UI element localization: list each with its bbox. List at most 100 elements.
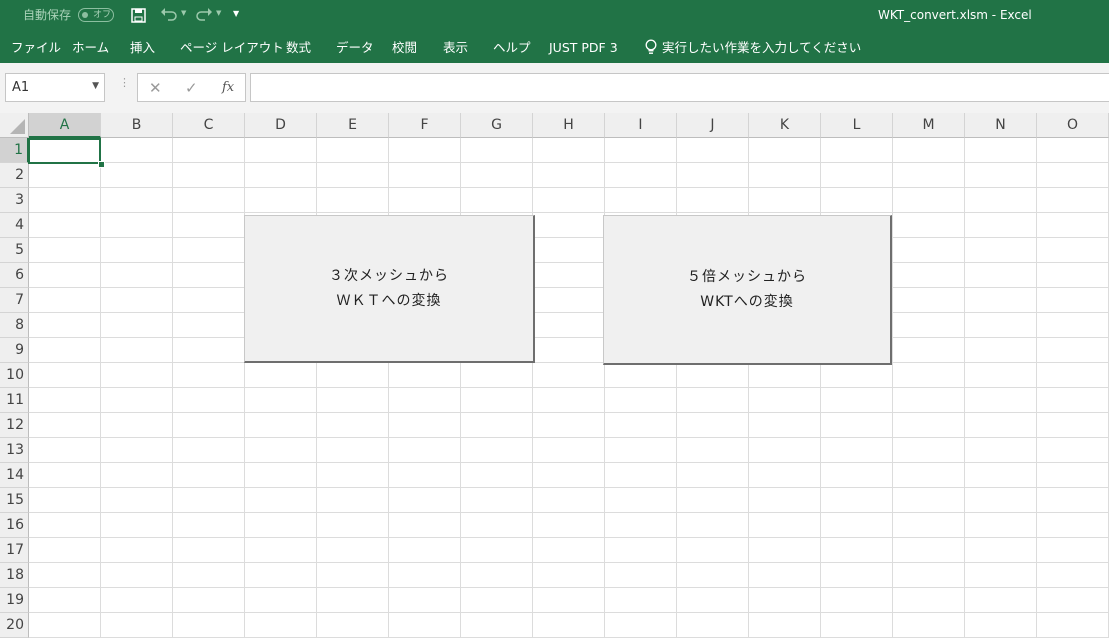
row-header-17[interactable]: 17 (0, 538, 29, 563)
convert-5x-mesh-to-wkt-button[interactable]: ５倍メッシュから WKTへの変換 (603, 215, 892, 365)
gridline-vertical (604, 138, 605, 638)
window-title: WKT_convert.xlsm - Excel (878, 8, 1032, 22)
column-header-m[interactable]: M (893, 113, 965, 138)
column-header-f[interactable]: F (389, 113, 461, 138)
autosave-state: オフ (93, 10, 112, 20)
row-header-2[interactable]: 2 (0, 163, 29, 188)
name-box[interactable]: A1 ▼ (5, 73, 105, 102)
redo-dropdown-icon[interactable]: ▼ (216, 9, 221, 17)
row-header-6[interactable]: 6 (0, 263, 29, 288)
cancel-icon[interactable]: ✕ (149, 79, 162, 97)
button-label-line2: WKTへの変換 (700, 293, 794, 310)
column-header-e[interactable]: E (317, 113, 389, 138)
gridline-vertical (172, 138, 173, 638)
tab-help[interactable]: ヘルプ (493, 32, 531, 63)
tab-view[interactable]: 表示 (443, 32, 468, 63)
customize-qat-icon[interactable]: ▼ (233, 9, 239, 18)
gridline-vertical (676, 138, 677, 638)
gridline-horizontal (29, 562, 1109, 563)
autosave-toggle[interactable]: オフ (78, 8, 114, 22)
gridline-horizontal (29, 437, 1109, 438)
gridline-horizontal (29, 412, 1109, 413)
tab-review[interactable]: 校閲 (392, 32, 417, 63)
insert-function-icon[interactable]: fx (222, 80, 234, 95)
tab-home[interactable]: ホーム (72, 32, 109, 63)
worksheet-grid[interactable]: ABCDEFGHIJKLMNO 1 2 3 4 5 6 7 8 9 10 11 12 13 14 15 16 1… (0, 113, 1109, 638)
select-all-corner[interactable] (0, 113, 29, 138)
title-bar: 自動保存 オフ ▼ ▼ ▼ WKT_convert.xlsm - Excel (0, 0, 1109, 32)
row-header-19[interactable]: 19 (0, 588, 29, 613)
toggle-knob (82, 12, 88, 18)
convert-3rd-mesh-to-wkt-button[interactable]: ３次メッシュから ＷＫＴへの変換 (244, 215, 535, 363)
enter-icon[interactable]: ✓ (185, 79, 198, 97)
formula-buttons: ✕ ✓ fx (137, 73, 246, 102)
chevron-down-icon[interactable]: ▼ (92, 81, 99, 91)
gridline-horizontal (29, 187, 1109, 188)
row-header-9[interactable]: 9 (0, 338, 29, 363)
gridline-horizontal (29, 237, 1109, 238)
tab-insert[interactable]: 挿入 (130, 32, 155, 63)
row-header-16[interactable]: 16 (0, 513, 29, 538)
redo-icon[interactable] (195, 6, 213, 26)
name-box-value: A1 (12, 80, 30, 95)
ribbon-tabs: ファイル ホーム 挿入 ページ レイアウト 数式 データ 校閲 表示 ヘルプ J… (0, 32, 1109, 63)
formula-input[interactable] (250, 73, 1109, 102)
row-header-4[interactable]: 4 (0, 213, 29, 238)
gridline-vertical (820, 138, 821, 638)
tab-just-pdf[interactable]: JUST PDF 3 (549, 32, 618, 63)
row-header-20[interactable]: 20 (0, 613, 29, 638)
column-header-n[interactable]: N (965, 113, 1037, 138)
active-cell-a1[interactable] (28, 138, 101, 164)
column-header-d[interactable]: D (245, 113, 317, 138)
button-label-line1: ３次メッシュから (329, 267, 449, 284)
gridline-vertical (1036, 138, 1037, 638)
column-header-k[interactable]: K (749, 113, 821, 138)
tab-file[interactable]: ファイル (11, 32, 61, 63)
column-header-h[interactable]: H (533, 113, 605, 138)
column-header-l[interactable]: L (821, 113, 893, 138)
column-header-b[interactable]: B (101, 113, 173, 138)
row-header-13[interactable]: 13 (0, 438, 29, 463)
tell-me-search[interactable]: 実行したい作業を入力してください (662, 32, 861, 63)
undo-dropdown-icon[interactable]: ▼ (181, 9, 186, 17)
undo-icon[interactable] (160, 6, 178, 26)
gridline-vertical (964, 138, 965, 638)
gridline-horizontal (29, 312, 1109, 313)
formula-bar-area: A1 ▼ ⋮ ✕ ✓ fx (0, 63, 1109, 113)
save-icon[interactable] (131, 8, 146, 27)
column-header-j[interactable]: J (677, 113, 749, 138)
row-header-14[interactable]: 14 (0, 463, 29, 488)
gridline-horizontal (29, 262, 1109, 263)
row-header-7[interactable]: 7 (0, 288, 29, 313)
row-header-15[interactable]: 15 (0, 488, 29, 513)
column-header-g[interactable]: G (461, 113, 533, 138)
column-header-i[interactable]: I (605, 113, 677, 138)
row-header-5[interactable]: 5 (0, 238, 29, 263)
column-header-c[interactable]: C (173, 113, 245, 138)
fill-handle[interactable] (98, 161, 105, 168)
tab-data[interactable]: データ (336, 32, 374, 63)
row-header-12[interactable]: 12 (0, 413, 29, 438)
gridline-horizontal (29, 512, 1109, 513)
row-header-8[interactable]: 8 (0, 313, 29, 338)
gridline-vertical (244, 138, 245, 638)
gridline-horizontal (29, 587, 1109, 588)
tab-page-layout[interactable]: ページ レイアウト (180, 32, 284, 63)
row-header-18[interactable]: 18 (0, 563, 29, 588)
gridline-horizontal (29, 537, 1109, 538)
gridline-horizontal (29, 162, 1109, 163)
row-header-11[interactable]: 11 (0, 388, 29, 413)
column-header-a[interactable]: A (29, 113, 101, 138)
formula-bar-grip-icon: ⋮ (119, 76, 130, 89)
gridline-horizontal (29, 287, 1109, 288)
tab-formulas[interactable]: 数式 (286, 32, 311, 63)
gridline-vertical (460, 138, 461, 638)
gridline-horizontal (29, 337, 1109, 338)
row-header-1[interactable]: 1 (0, 138, 29, 163)
gridline-horizontal (29, 362, 1109, 363)
button-label-line1: ５倍メッシュから (687, 268, 807, 285)
gridline-vertical (748, 138, 749, 638)
row-header-10[interactable]: 10 (0, 363, 29, 388)
row-header-3[interactable]: 3 (0, 188, 29, 213)
column-header-o[interactable]: O (1037, 113, 1109, 138)
